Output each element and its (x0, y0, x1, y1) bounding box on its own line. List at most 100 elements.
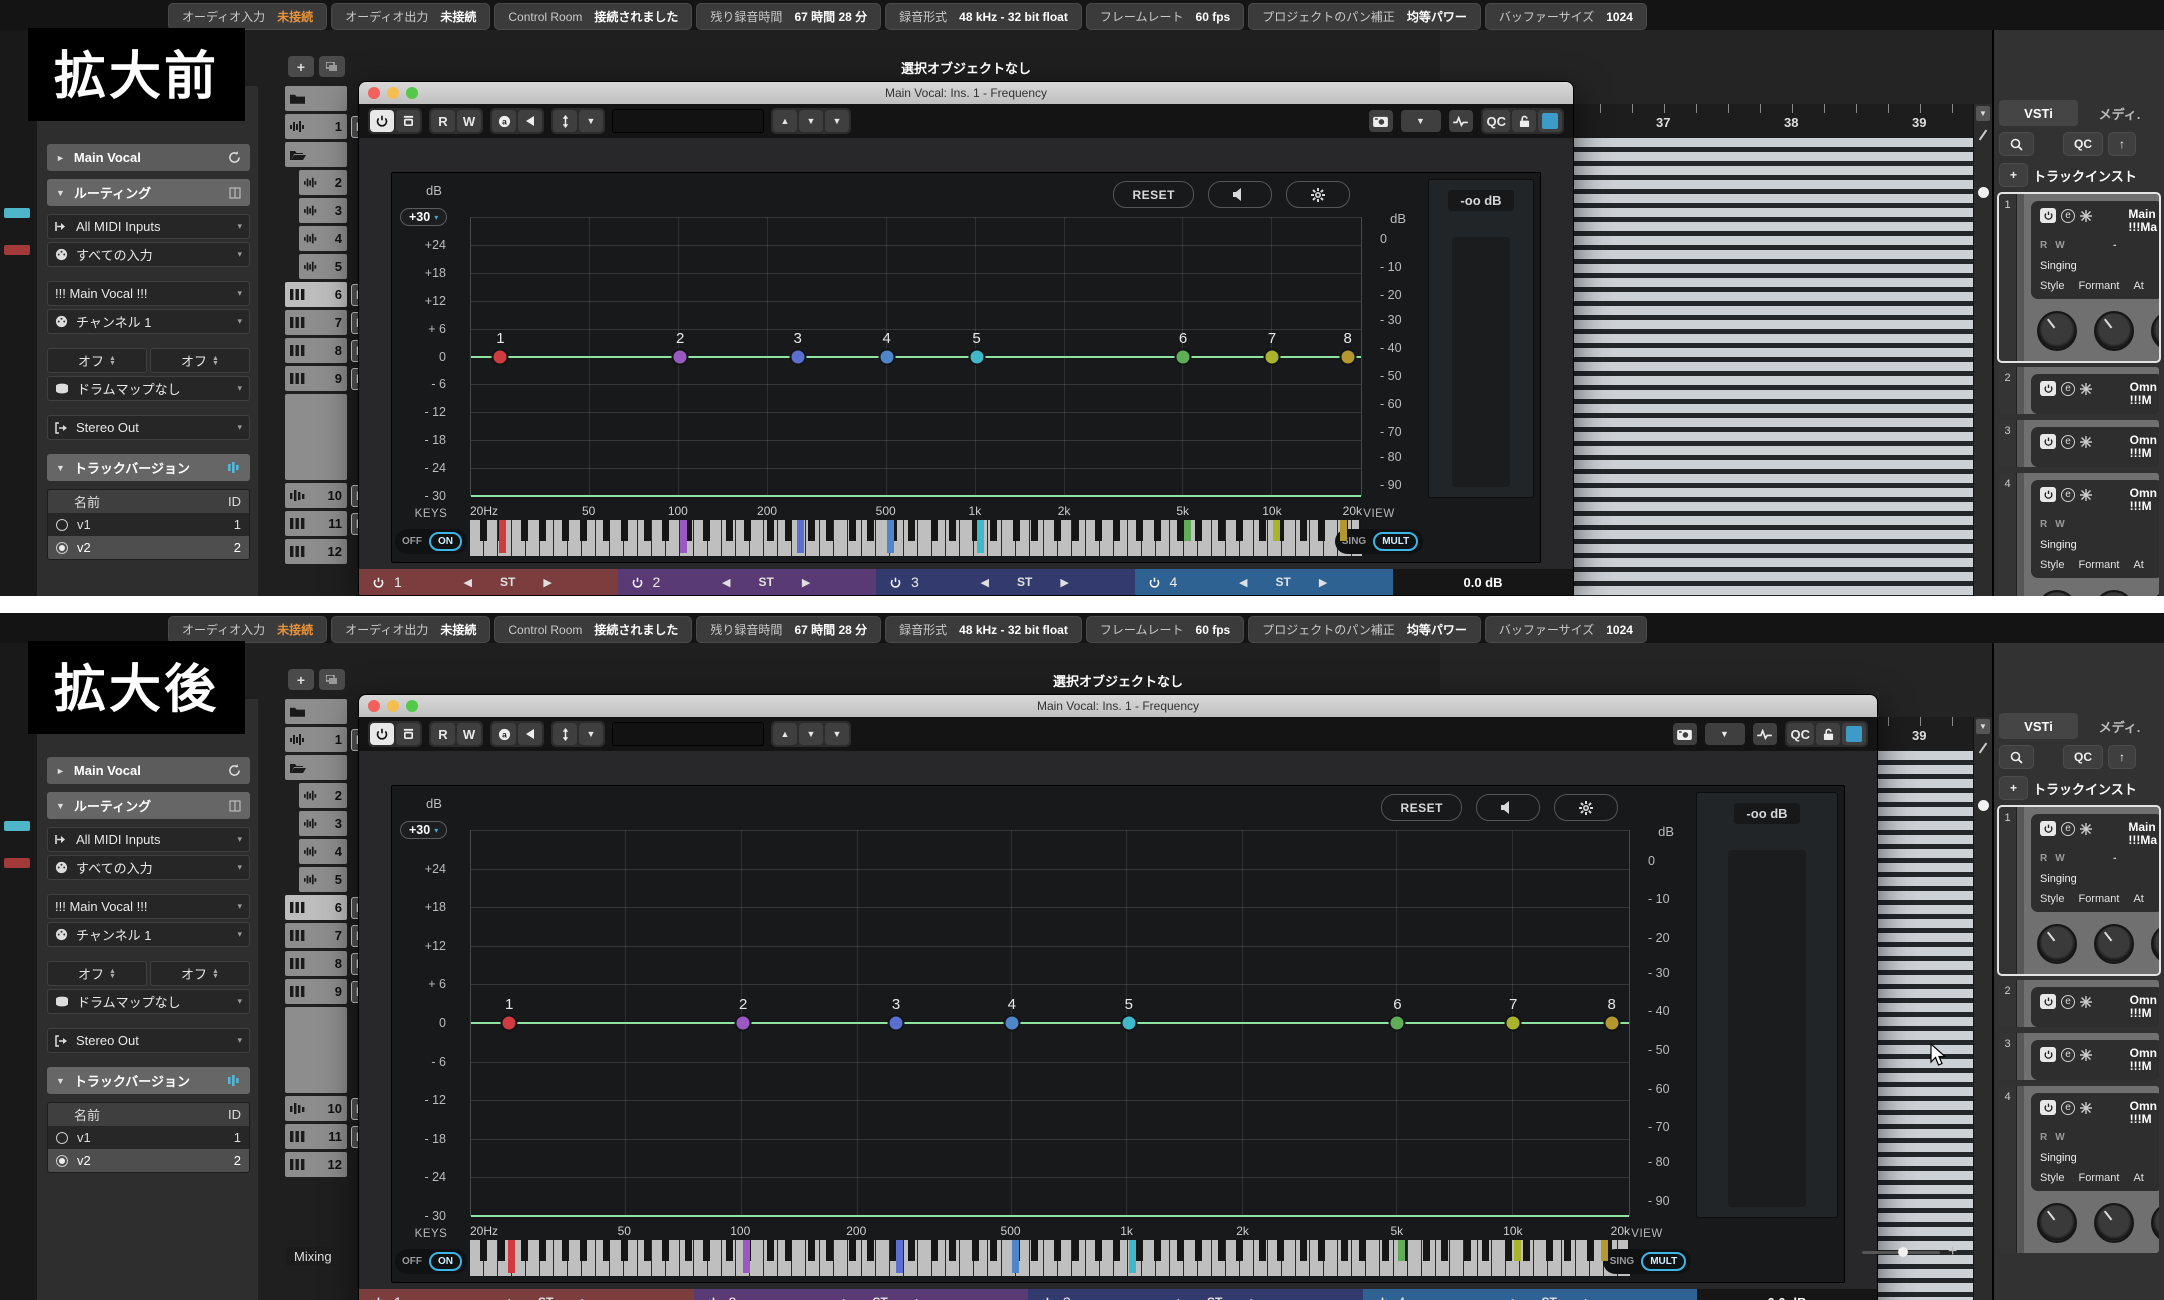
freeze-icon[interactable] (2080, 996, 2092, 1008)
freeze-icon[interactable] (2080, 1102, 2092, 1114)
off-selector-1[interactable]: オフ ▲▼ (47, 961, 147, 986)
audio-track[interactable]: 1 M (285, 114, 347, 139)
vertical-scrollbar[interactable]: ▼ (1973, 104, 1992, 596)
close-button[interactable] (368, 700, 380, 712)
next-icon[interactable]: ▶ (581, 1296, 589, 1300)
band-handle-7[interactable] (1505, 1015, 1522, 1032)
prev-icon[interactable]: ◀ (722, 576, 730, 589)
track-name-header[interactable]: ► Main Vocal (47, 757, 250, 784)
instrument-power-icon[interactable] (2040, 434, 2056, 449)
status-audio-input[interactable]: オーディオ入力 未接続 (168, 616, 327, 643)
status-control-room[interactable]: Control Room 接続されました (494, 616, 692, 643)
sampler-track[interactable]: 10 M (285, 483, 347, 508)
midi-track[interactable]: 9 M (285, 366, 347, 391)
lock-icon[interactable] (1816, 723, 1840, 745)
knob[interactable] (2151, 590, 2159, 596)
instrument-power-icon[interactable] (2040, 208, 2056, 223)
next-icon[interactable]: ▶ (802, 576, 810, 589)
preset-menu-icon[interactable]: ▼ (825, 723, 849, 745)
band-handle-2[interactable] (735, 1015, 752, 1032)
write-automation-button[interactable]: W (2055, 240, 2064, 251)
instrument-slot-3[interactable]: 3 e (1999, 420, 2159, 467)
radio-selected-icon[interactable] (56, 542, 68, 554)
midi-track[interactable]: 11 M (285, 511, 347, 536)
status-buffer-size[interactable]: バッファーサイズ 1024 (1485, 3, 1647, 30)
read-automation-button[interactable]: R (431, 110, 455, 132)
version-row-v1[interactable]: v1 1 (48, 1126, 249, 1149)
next-icon[interactable]: ▶ (1060, 576, 1068, 589)
preset-name-field[interactable] (612, 722, 764, 746)
knob[interactable] (2037, 924, 2077, 964)
maximize-button[interactable] (406, 700, 418, 712)
pencil-tool-icon[interactable] (1979, 130, 1988, 141)
slot-drag-handle[interactable] (2016, 367, 2024, 414)
sidechain-curve-icon[interactable] (1753, 723, 1777, 745)
view-single-option[interactable]: SING (1608, 1256, 1636, 1267)
write-automation-button[interactable]: W (457, 110, 481, 132)
freeze-icon[interactable] (2080, 383, 2092, 395)
snapshot-camera-icon[interactable] (1369, 110, 1393, 132)
instrument-slot-1[interactable]: 1 e (1999, 807, 2159, 974)
instrument-power-icon[interactable] (2040, 1100, 2056, 1115)
piano-keys[interactable] (470, 520, 1362, 556)
prev-icon[interactable]: ◀ (1239, 576, 1247, 589)
instrument-power-icon[interactable] (2040, 994, 2056, 1009)
band-handle-4[interactable] (1003, 1015, 1020, 1032)
close-button[interactable] (368, 87, 380, 99)
slot-drag-handle[interactable] (2016, 473, 2024, 596)
eq-display[interactable]: dB +30▾ RESET +24 (391, 785, 1845, 1283)
read-automation-button[interactable]: R (431, 723, 455, 745)
slot-drag-handle[interactable] (2016, 194, 2024, 361)
status-audio-output[interactable]: オーディオ出力 未接続 (331, 616, 490, 643)
listen-speaker-button[interactable] (1208, 181, 1272, 208)
knob[interactable] (2151, 924, 2159, 964)
status-record-time[interactable]: 残り録音時間 67 時間 28 分 (696, 3, 881, 30)
frequency-keyboard[interactable]: 20Hz 50 100 200 500 1k 2k 5k 10k 20k (470, 1222, 1630, 1276)
prev-icon[interactable]: ◀ (464, 576, 472, 589)
add-track-button[interactable]: + (288, 56, 314, 77)
instrument-slot-3[interactable]: 3 e (1999, 1033, 2159, 1080)
band-handle-3[interactable] (789, 348, 806, 365)
next-icon[interactable]: ▶ (543, 576, 551, 589)
scrollbar-handle[interactable] (1978, 800, 1989, 811)
edit-instrument-icon[interactable]: e (2061, 995, 2075, 1009)
knob[interactable] (2037, 1203, 2077, 1243)
midi-channel-select[interactable]: チャンネル 1 ▾ (47, 922, 250, 947)
snapshot-camera-icon[interactable] (1673, 723, 1697, 745)
radio-unselected-icon[interactable] (56, 1132, 68, 1144)
band-strip-3[interactable]: 3 ◀ST▶ (1028, 1289, 1363, 1300)
plugin-power-button[interactable] (370, 723, 394, 745)
midi-track[interactable]: 7 M (285, 310, 347, 335)
view-multi-option[interactable]: MULT (1641, 1252, 1686, 1271)
version-row-v2[interactable]: v2 2 (48, 536, 249, 559)
edit-instrument-icon[interactable]: e (2061, 488, 2075, 502)
drum-map-select[interactable]: ドラムマップなし ▾ (47, 376, 250, 401)
edit-instrument-icon[interactable]: e (2061, 822, 2075, 836)
refresh-icon[interactable] (228, 151, 241, 164)
radio-unselected-icon[interactable] (56, 519, 68, 531)
audio-track[interactable]: 5 (299, 254, 347, 279)
midi-channel-input-select[interactable]: すべての入力 ▾ (47, 855, 250, 880)
switch-ab-button[interactable]: a (492, 723, 516, 745)
edit-instrument-icon[interactable]: e (2061, 209, 2075, 223)
midi-track[interactable]: 12 (285, 539, 347, 564)
previous-preset-button[interactable]: ▲ (773, 723, 797, 745)
band-handle-5[interactable] (968, 348, 985, 365)
edit-instrument-icon[interactable]: e (2061, 1048, 2075, 1062)
stepper-icon[interactable]: ▲▼ (109, 356, 116, 366)
track-presets-button[interactable] (319, 669, 345, 690)
prev-icon[interactable]: ◀ (1171, 1296, 1179, 1300)
move-up-button[interactable]: ↑ (2108, 132, 2136, 156)
freeze-icon[interactable] (2080, 210, 2092, 222)
instrument-power-icon[interactable] (2040, 821, 2056, 836)
tab-vsti[interactable]: VSTi (1999, 713, 2078, 739)
settings-gear-button[interactable] (1554, 794, 1618, 821)
knob[interactable] (2094, 590, 2134, 596)
version-row-v1[interactable]: v1 1 (48, 513, 249, 536)
midi-channel-input-select[interactable]: すべての入力 ▾ (47, 242, 250, 267)
reset-button[interactable]: RESET (1381, 794, 1462, 821)
keys-toggle[interactable]: OFF ON (395, 529, 467, 554)
focus-color-swatch[interactable] (1538, 110, 1562, 132)
bypass-button[interactable] (396, 723, 420, 745)
band-handle-6[interactable] (1389, 1015, 1406, 1032)
